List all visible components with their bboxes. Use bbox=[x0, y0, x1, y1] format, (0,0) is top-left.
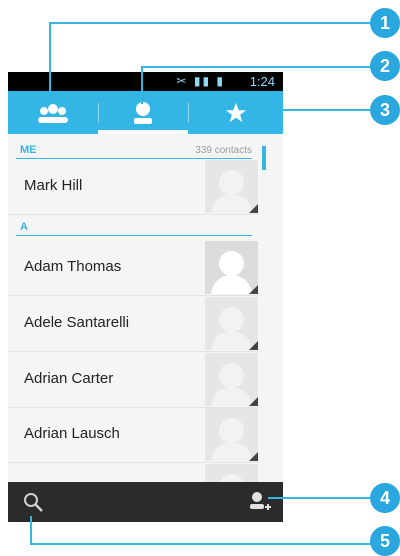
contact-row[interactable]: Adrian Lausch bbox=[8, 407, 258, 463]
callout-badge-3: 3 bbox=[370, 95, 400, 125]
contacts-icon bbox=[134, 101, 152, 124]
contact-row[interactable]: Adam Thomas bbox=[8, 240, 258, 296]
groups-icon bbox=[38, 103, 68, 123]
contact-row[interactable]: Adrian Carter bbox=[8, 352, 258, 408]
search-icon bbox=[24, 493, 43, 512]
callout-line-5 bbox=[30, 543, 372, 545]
section-header-a: A bbox=[16, 219, 252, 236]
section-title: ME bbox=[20, 144, 37, 156]
callout-line-5 bbox=[30, 516, 32, 544]
contact-list[interactable]: ME 339 contacts Mark Hill A Adam Thomas … bbox=[8, 134, 283, 482]
scrollbar[interactable] bbox=[262, 146, 266, 170]
callout-line-2 bbox=[141, 66, 372, 68]
add-contact-icon bbox=[250, 492, 271, 510]
callout-line-4 bbox=[268, 497, 372, 499]
callout-line-1 bbox=[49, 22, 372, 24]
status-icons: ✂ ▮▮ ▮ bbox=[176, 74, 225, 88]
callout-badge-5: 5 bbox=[370, 526, 400, 556]
bottom-action-bar bbox=[8, 482, 283, 522]
callout-badge-4: 4 bbox=[370, 483, 400, 513]
favorites-star-icon bbox=[225, 102, 246, 122]
contact-row-partial[interactable] bbox=[8, 463, 258, 482]
contact-name: Adele Santarelli bbox=[24, 314, 130, 331]
contact-name: Adrian Carter bbox=[24, 370, 114, 387]
contacts-app-screen: ✂ ▮▮ ▮ 1:24 ME 339 contacts Mark Hill A … bbox=[8, 72, 283, 522]
callout-line-3 bbox=[250, 109, 372, 111]
avatar[interactable] bbox=[205, 297, 258, 350]
status-time: 1:24 bbox=[249, 74, 275, 89]
contact-row-me[interactable]: Mark Hill bbox=[8, 159, 258, 215]
contact-name: Adam Thomas bbox=[24, 258, 122, 275]
contact-count: 339 contacts bbox=[195, 145, 252, 156]
contact-name: Mark Hill bbox=[24, 177, 83, 194]
avatar[interactable] bbox=[205, 160, 258, 213]
search-button[interactable] bbox=[22, 491, 44, 518]
tab-contacts[interactable] bbox=[98, 91, 188, 134]
callout-line-2 bbox=[141, 66, 143, 104]
callout-badge-2: 2 bbox=[370, 51, 400, 81]
callout-line-1 bbox=[49, 22, 51, 96]
avatar[interactable] bbox=[205, 408, 258, 461]
avatar[interactable] bbox=[205, 241, 258, 294]
section-title: A bbox=[20, 221, 28, 233]
avatar[interactable] bbox=[205, 353, 258, 406]
tab-bar bbox=[8, 91, 283, 134]
add-contact-button[interactable] bbox=[247, 490, 271, 519]
tab-favorites[interactable] bbox=[188, 91, 283, 134]
contact-name: Adrian Lausch bbox=[24, 425, 120, 442]
callout-badge-1: 1 bbox=[370, 8, 400, 38]
section-header-me: ME 339 contacts bbox=[16, 142, 252, 159]
tab-groups[interactable] bbox=[8, 91, 98, 134]
contact-row[interactable]: Adele Santarelli bbox=[8, 296, 258, 352]
avatar[interactable] bbox=[205, 464, 258, 482]
